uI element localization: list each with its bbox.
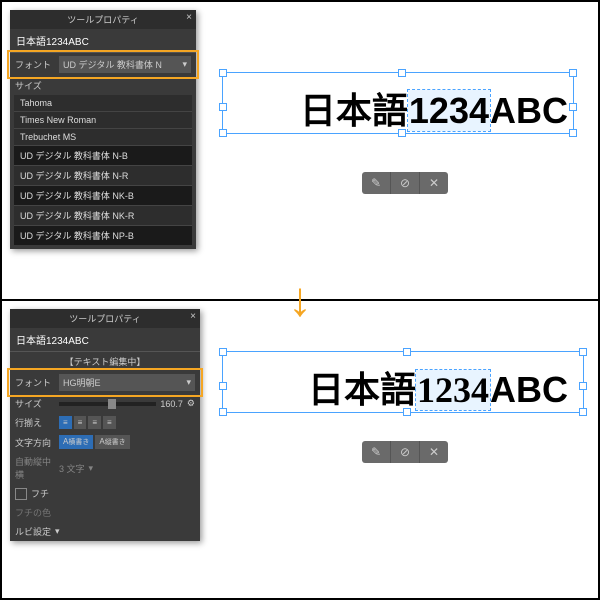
direction-row: 文字方向 A横書き A縦書き <box>10 432 200 452</box>
align-right-icon[interactable]: ≡ <box>88 416 101 429</box>
size-row: サイズ <box>10 76 196 95</box>
font-option[interactable]: Trebuchet MS <box>14 129 192 146</box>
cancel-icon[interactable]: ✕ <box>420 441 448 463</box>
font-dropdown-list[interactable]: Tahoma Times New Roman Trebuchet MS UD デ… <box>14 95 192 245</box>
align-left-icon[interactable]: ≡ <box>59 416 72 429</box>
chevron-down-icon[interactable]: ▾ <box>89 463 94 474</box>
tool-property-panel-top: ツールプロパティ× 日本語1234ABC フォント UD デジタル 教科書体 N… <box>10 10 196 249</box>
text-selected: 1234 <box>408 90 490 131</box>
canvas-text-top[interactable]: 日本語1234ABC <box>300 82 568 134</box>
align-center-icon[interactable]: ≡ <box>74 416 87 429</box>
arrow-down-icon: ↓ <box>288 273 312 328</box>
text-mini-toolbar: ✎ ⊘ ✕ <box>362 172 448 194</box>
font-label: フォント <box>15 376 55 389</box>
font-row[interactable]: フォント HG明朝E▾ <box>10 371 200 394</box>
size-row: サイズ 160.7 ⚙ <box>10 394 200 413</box>
font-option[interactable]: UD デジタル 教科書体 NK-R <box>14 206 192 226</box>
horizontal-button[interactable]: A横書き <box>59 435 93 449</box>
font-option[interactable]: UD デジタル 教科書体 NK-B <box>14 186 192 206</box>
font-option[interactable]: UD デジタル 教科書体 N-B <box>14 146 192 166</box>
edgecolor-row: フチの色 <box>10 503 200 522</box>
font-dropdown[interactable]: HG明朝E▾ <box>59 374 195 391</box>
edit-icon[interactable]: ✎ <box>362 172 391 194</box>
font-preview: 日本語1234ABC <box>10 29 196 53</box>
canvas-text-bottom[interactable]: 日本語1234ABC <box>308 361 568 413</box>
text-selected: 1234 <box>416 370 490 410</box>
chevron-down-icon: ▾ <box>186 377 191 388</box>
font-label: フォント <box>15 58 55 71</box>
bottom-state: ツールプロパティ× 日本語1234ABC 【テキスト編集中】 フォント HG明朝… <box>2 301 598 598</box>
align-row: 行揃え ≡ ≡ ≡ ≡ <box>10 413 200 432</box>
font-option[interactable]: UD デジタル 教科書体 N-R <box>14 166 192 186</box>
chevron-down-icon: ▾ <box>182 59 187 70</box>
font-option[interactable]: Tahoma <box>14 95 192 112</box>
gear-icon[interactable]: ⚙ <box>187 398 195 409</box>
cancel-icon[interactable]: ✕ <box>420 172 448 194</box>
font-preview: 日本語1234ABC <box>10 328 200 352</box>
text-abc: ABC <box>490 369 568 410</box>
confirm-icon[interactable]: ⊘ <box>391 172 420 194</box>
confirm-icon[interactable]: ⊘ <box>391 441 420 463</box>
align-buttons: ≡ ≡ ≡ ≡ <box>59 416 116 429</box>
chevron-down-icon[interactable]: ▾ <box>55 526 60 537</box>
font-row[interactable]: フォント UD デジタル 教科書体 N▾ <box>10 53 196 76</box>
text-jp: 日本語 <box>300 90 408 131</box>
edit-icon[interactable]: ✎ <box>362 441 391 463</box>
font-option[interactable]: UD デジタル 教科書体 NP-B <box>14 226 192 245</box>
ruby-row[interactable]: ルビ設定 ▾ <box>10 522 200 541</box>
close-icon[interactable]: × <box>186 12 192 23</box>
edge-row[interactable]: フチ <box>10 484 200 503</box>
text-mini-toolbar: ✎ ⊘ ✕ <box>362 441 448 463</box>
text-abc: ABC <box>490 90 568 131</box>
editing-label: 【テキスト編集中】 <box>10 352 200 371</box>
auto-row: 自動縦中横 3 文字 ▾ <box>10 452 200 484</box>
panel-titlebar[interactable]: ツールプロパティ× <box>10 10 196 29</box>
panel-titlebar[interactable]: ツールプロパティ× <box>10 309 200 328</box>
text-jp: 日本語 <box>308 369 416 410</box>
font-option[interactable]: Times New Roman <box>14 112 192 129</box>
size-value: 160.7 <box>160 399 183 409</box>
tool-property-panel-bottom: ツールプロパティ× 日本語1234ABC 【テキスト編集中】 フォント HG明朝… <box>10 309 200 541</box>
edge-checkbox[interactable] <box>15 488 27 500</box>
vertical-button[interactable]: A縦書き <box>95 435 129 449</box>
size-slider[interactable] <box>59 402 156 406</box>
close-icon[interactable]: × <box>190 311 196 322</box>
align-justify-icon[interactable]: ≡ <box>103 416 116 429</box>
top-state: ツールプロパティ× 日本語1234ABC フォント UD デジタル 教科書体 N… <box>2 2 598 301</box>
font-dropdown[interactable]: UD デジタル 教科書体 N▾ <box>59 56 191 73</box>
